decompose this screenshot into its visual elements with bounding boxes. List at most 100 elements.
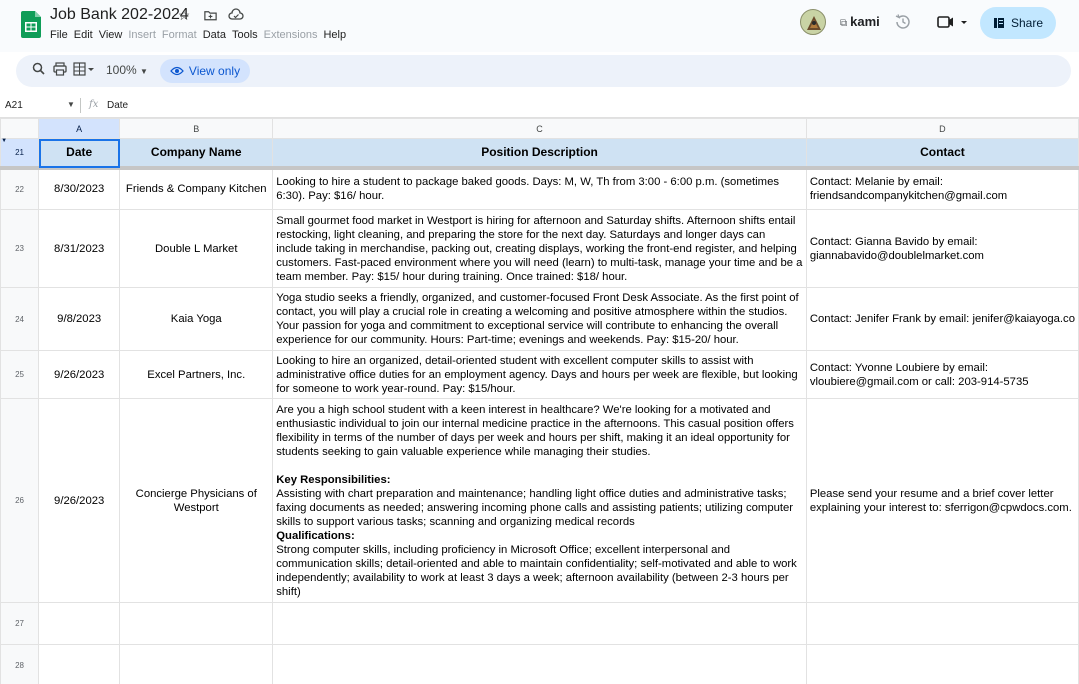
kami-label: kami: [850, 14, 880, 29]
avatar[interactable]: [800, 9, 826, 35]
toolbar: 100% ▼ View only: [16, 55, 1071, 87]
menu-view[interactable]: View: [96, 29, 126, 41]
date-cell[interactable]: 8/30/2023: [38, 167, 121, 210]
menu-extensions: Extensions: [263, 29, 318, 41]
date-cell[interactable]: 9/8/2023: [38, 287, 121, 351]
contact-cell[interactable]: Contact: Melanie by email: friendsandcom…: [805, 167, 1079, 210]
description-intro: Are you a high school student with a kee…: [276, 403, 794, 458]
empty-cell[interactable]: [119, 602, 274, 645]
header-cell-date[interactable]: Date: [38, 138, 121, 170]
description-cell[interactable]: Looking to hire an organized, detail-ori…: [272, 350, 807, 399]
row-header[interactable]: 27: [0, 602, 40, 645]
chevron-down-icon: ▼: [140, 67, 148, 76]
row-header[interactable]: 24: [0, 287, 40, 351]
empty-cell[interactable]: [38, 644, 121, 684]
print-icon[interactable]: [53, 62, 67, 79]
table-row: 24 9/8/2023 Kaia Yoga Yoga studio seeks …: [0, 287, 1079, 351]
column-header-d[interactable]: D: [805, 118, 1079, 139]
column-header-b[interactable]: B: [119, 118, 274, 139]
view-only-label: View only: [188, 64, 241, 78]
table-row: 22 8/30/2023 Friends & Company Kitchen L…: [0, 167, 1079, 210]
sheets-logo-icon[interactable]: [21, 11, 41, 38]
contact-cell[interactable]: Please send your resume and a brief cove…: [805, 398, 1079, 603]
menu-help[interactable]: Help: [320, 29, 349, 41]
name-box-dropdown-icon[interactable]: ▼: [67, 100, 75, 109]
empty-cell[interactable]: [119, 644, 274, 684]
zoom-select[interactable]: 100% ▼: [106, 63, 148, 77]
meet-call-icon[interactable]: [934, 11, 974, 33]
header-cell-description[interactable]: Position Description: [272, 138, 807, 170]
menu-bar: File Edit View Insert Format Data Tools …: [50, 29, 349, 41]
contact-cell[interactable]: Contact: Yvonne Loubiere by email: vloub…: [805, 350, 1079, 399]
row-number: 21: [15, 147, 24, 157]
select-all-corner[interactable]: [0, 118, 40, 139]
star-icon[interactable]: ☆: [174, 5, 194, 25]
column-header-c[interactable]: C: [272, 118, 807, 139]
row-header[interactable]: 23: [0, 209, 40, 288]
company-cell[interactable]: Concierge Physicians of Westport: [119, 398, 274, 603]
description-cell[interactable]: Small gourmet food market in Westport is…: [272, 209, 807, 288]
formula-separator: [80, 98, 81, 113]
share-button[interactable]: Share: [980, 7, 1056, 39]
version-history-icon[interactable]: [892, 11, 914, 33]
company-cell[interactable]: Kaia Yoga: [119, 287, 274, 351]
menu-format: Format: [161, 29, 197, 41]
description-cell[interactable]: Are you a high school student with a kee…: [272, 398, 807, 603]
empty-cell[interactable]: [805, 602, 1079, 645]
menu-insert: Insert: [128, 29, 156, 41]
name-box[interactable]: A21: [5, 100, 23, 111]
column-header-a[interactable]: A: [38, 118, 121, 139]
qualifications-text: Strong computer skills, including profic…: [276, 543, 797, 598]
row-header-21[interactable]: ▼ 21: [0, 138, 40, 170]
table-row: 26 9/26/2023 Concierge Physicians of Wes…: [0, 398, 1079, 603]
description-spacer: [276, 459, 803, 473]
date-cell[interactable]: 8/31/2023: [38, 209, 121, 288]
contact-cell[interactable]: Contact: Gianna Bavido by email: giannab…: [805, 209, 1079, 288]
spreadsheet-grid: A B C D ▼ 21 Date Company Name Position D…: [0, 118, 1079, 684]
contact-cell[interactable]: Contact: Jenifer Frank by email: jenifer…: [805, 287, 1079, 351]
company-cell[interactable]: Friends & Company Kitchen: [119, 167, 274, 210]
empty-cell[interactable]: [272, 602, 807, 645]
date-cell[interactable]: 9/26/2023: [38, 398, 121, 603]
empty-cell[interactable]: [805, 644, 1079, 684]
empty-cell[interactable]: [38, 602, 121, 645]
table-row: 28: [0, 644, 1079, 684]
menu-edit[interactable]: Edit: [71, 29, 96, 41]
share-label: Share: [1010, 16, 1044, 30]
header-cell-contact[interactable]: Contact: [805, 138, 1079, 170]
zoom-value: 100%: [106, 63, 137, 77]
move-to-folder-icon[interactable]: [200, 5, 220, 25]
table-row: 23 8/31/2023 Double L Market Small gourm…: [0, 209, 1079, 288]
company-cell[interactable]: Double L Market: [119, 209, 274, 288]
cloud-saved-icon[interactable]: [226, 5, 246, 25]
menu-data[interactable]: Data: [200, 29, 229, 41]
formula-input[interactable]: Date: [107, 100, 128, 111]
empty-cell[interactable]: [272, 644, 807, 684]
row-header[interactable]: 22: [0, 167, 40, 210]
lock-icon: [993, 18, 1004, 28]
search-menus-icon[interactable]: [32, 62, 45, 78]
description-cell[interactable]: Looking to hire a student to package bak…: [272, 167, 807, 210]
description-cell[interactable]: Yoga studio seeks a friendly, organized,…: [272, 287, 807, 351]
fx-icon: fx: [89, 99, 99, 110]
menu-tools[interactable]: Tools: [229, 29, 261, 41]
paint-format-icon[interactable]: [73, 62, 95, 79]
row-header[interactable]: 25: [0, 350, 40, 399]
kami-extension-button[interactable]: ⧉ kami: [840, 14, 880, 29]
eye-icon: [170, 66, 184, 76]
row-header[interactable]: 28: [0, 644, 40, 684]
document-title[interactable]: Job Bank 202-2024: [50, 6, 189, 24]
date-cell[interactable]: 9/26/2023: [38, 350, 121, 399]
menu-file[interactable]: File: [50, 29, 71, 41]
header-cell-company[interactable]: Company Name: [119, 138, 274, 170]
table-row: 27: [0, 602, 1079, 645]
formula-bar: A21 ▼ fx Date: [0, 94, 1079, 118]
responsibilities-heading: Key Responsibilities:: [276, 473, 391, 486]
open-external-icon: ⧉: [840, 18, 848, 29]
company-cell[interactable]: Excel Partners, Inc.: [119, 350, 274, 399]
row-header[interactable]: 26: [0, 398, 40, 603]
qualifications-heading: Qualifications:: [276, 529, 355, 542]
table-row: 25 9/26/2023 Excel Partners, Inc. Lookin…: [0, 350, 1079, 399]
responsibilities-text: Assisting with chart preparation and mai…: [276, 487, 794, 528]
view-only-button[interactable]: View only: [160, 59, 250, 83]
